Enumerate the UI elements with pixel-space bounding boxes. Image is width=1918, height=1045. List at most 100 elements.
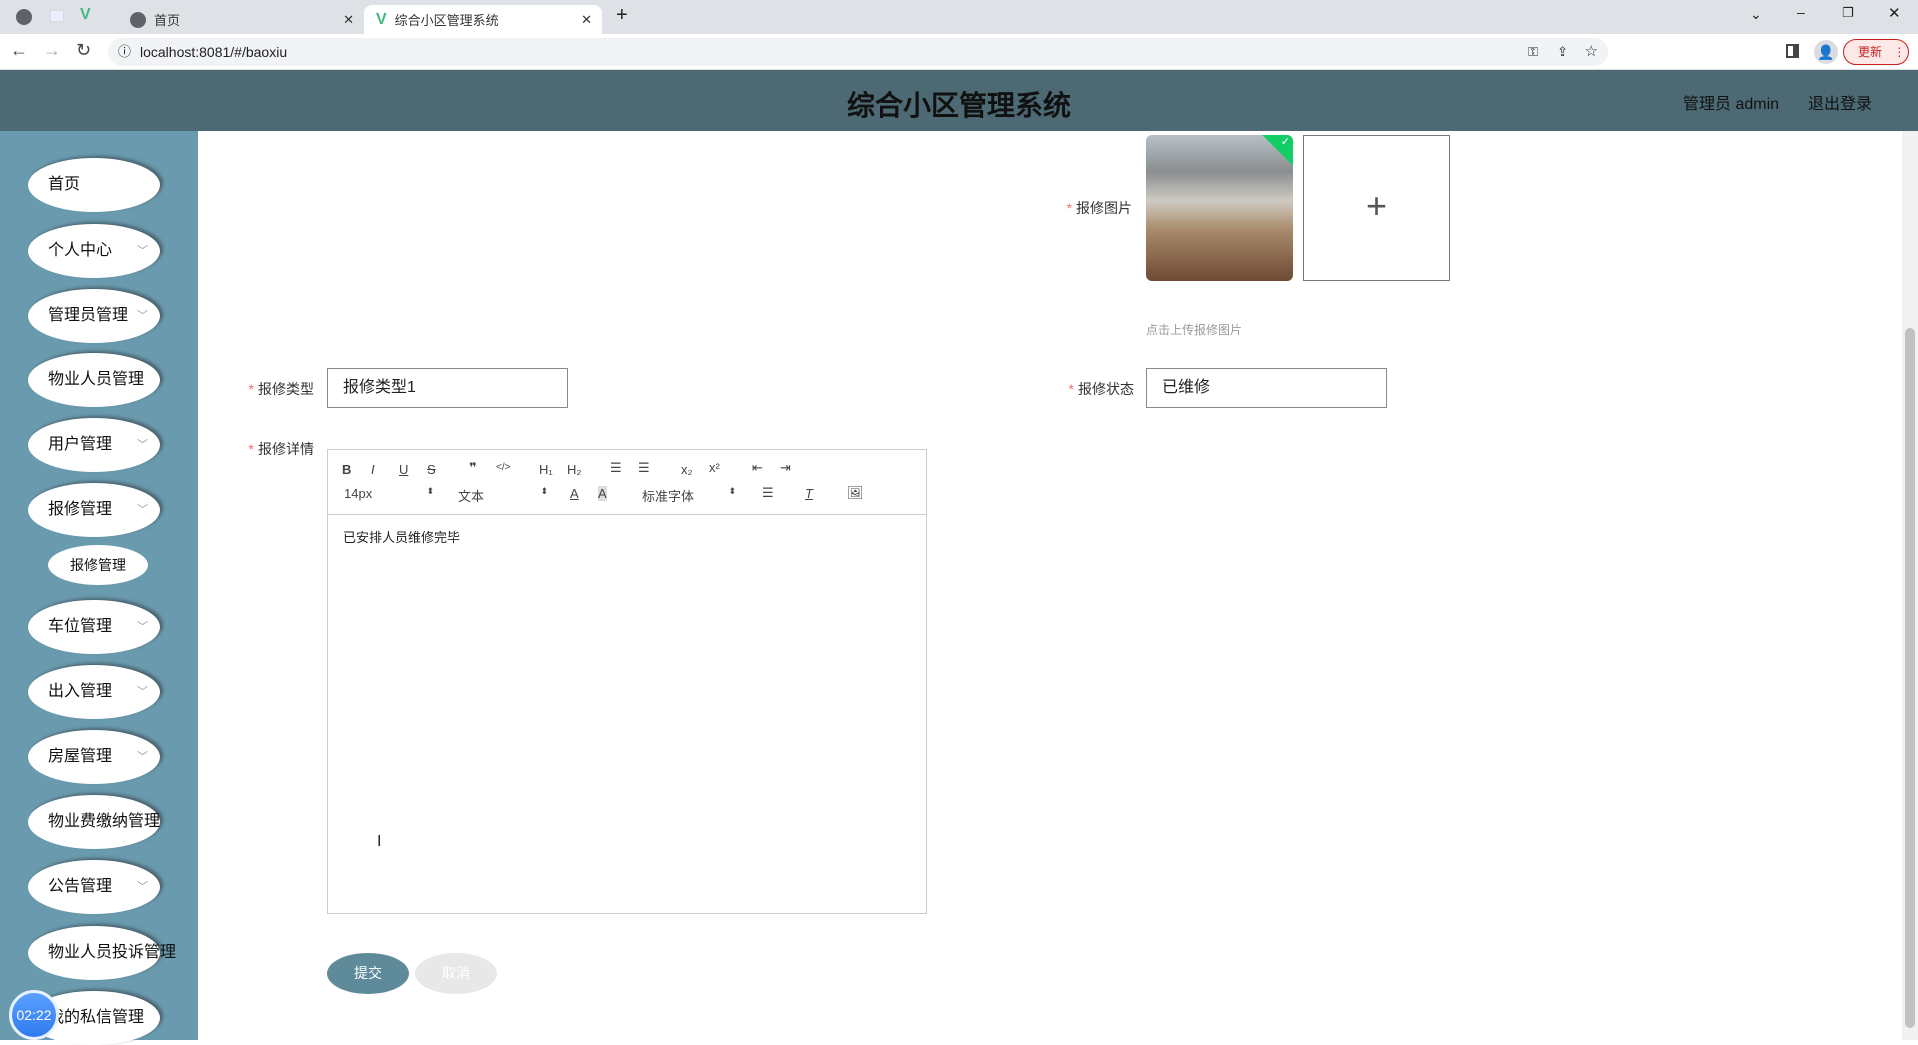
sidebar-item-label: 车位管理	[48, 618, 113, 635]
scrollbar[interactable]	[1902, 131, 1918, 1040]
scrollbar-thumb[interactable]	[1905, 328, 1915, 1028]
chevron-down-icon: ﹀	[137, 504, 148, 516]
code-icon[interactable]: </>	[496, 462, 510, 473]
sidebar-subitem-repair[interactable]: 报修管理	[48, 545, 148, 585]
sidebar-item[interactable]: 车位管理 ﹀	[28, 600, 160, 654]
outdent-icon[interactable]: ⇤	[752, 460, 763, 476]
chevron-down-icon: ﹀	[137, 310, 148, 322]
sidebar-item-label: 首页	[48, 176, 81, 193]
status-input[interactable]: 已维修	[1146, 368, 1387, 408]
sidebar-item-label: 个人中心	[48, 242, 113, 259]
sidepanel-icon[interactable]	[1786, 44, 1799, 58]
update-label: 更新	[1858, 45, 1883, 59]
upload-add-button[interactable]: +	[1303, 135, 1450, 281]
underline-icon[interactable]: U	[399, 462, 408, 477]
url-text: localhost:8081/#/baoxiu	[140, 44, 288, 60]
sheet-icon[interactable]	[50, 10, 64, 22]
window-close-icon[interactable]: ✕	[1888, 4, 1901, 22]
vue-icon: V	[376, 10, 387, 28]
superscript-icon[interactable]: x²	[709, 460, 720, 475]
uploaded-image-thumbnail[interactable]: ✓	[1146, 135, 1293, 281]
h2-icon[interactable]: H₂	[567, 462, 581, 477]
sidebar-item[interactable]: 报修管理 ﹀	[28, 483, 160, 537]
minimize-icon[interactable]: –	[1797, 4, 1805, 20]
image-icon[interactable]: 🖼	[847, 485, 864, 501]
close-icon[interactable]: ✕	[581, 12, 592, 28]
image-label: * 报修图片	[1066, 200, 1132, 216]
font-size-select[interactable]: 14px ⬍	[344, 486, 434, 501]
tab-active[interactable]: V 综合小区管理系统 ✕	[364, 5, 602, 34]
h1-icon[interactable]: H₁	[539, 462, 553, 477]
background-color-icon[interactable]: A	[598, 486, 607, 501]
update-button[interactable]: 更新 ⋮	[1843, 39, 1909, 65]
vue-icon[interactable]: V	[80, 6, 91, 24]
sidebar-item-label: 房屋管理	[48, 748, 113, 765]
globe-icon	[130, 11, 146, 28]
italic-icon[interactable]: I	[371, 462, 375, 477]
forward-icon[interactable]: →	[43, 40, 61, 61]
bullet-list-icon[interactable]: ☰	[638, 460, 650, 476]
timer-badge[interactable]: 02:22	[9, 990, 59, 1040]
sidebar-item[interactable]: 管理员管理 ﹀	[28, 289, 160, 343]
reload-icon[interactable]: ↻	[76, 40, 91, 61]
logout-link[interactable]: 退出登录	[1808, 90, 1872, 114]
type-input[interactable]: 报修类型1	[327, 368, 568, 408]
clear-format-icon[interactable]: T	[805, 486, 813, 501]
user-label: 管理员 admin	[1683, 96, 1780, 113]
detail-label: * 报修详情	[248, 441, 314, 457]
strike-icon[interactable]: S	[427, 462, 436, 477]
tab-label: 综合小区管理系统	[394, 13, 499, 28]
bold-icon[interactable]: B	[342, 462, 351, 477]
sidebar-item[interactable]: 房屋管理 ﹀	[28, 730, 160, 784]
upload-hint: 点击上传报修图片	[1146, 323, 1243, 337]
blockquote-icon[interactable]: ❞	[469, 460, 477, 476]
chevron-down-icon: ﹀	[137, 439, 148, 451]
back-icon[interactable]: ←	[10, 40, 28, 61]
tab-home[interactable]: 首页 ✕	[130, 5, 360, 34]
header-select[interactable]: 文本 ⬍	[458, 486, 548, 505]
sidebar-item-label: 物业人员投诉管理	[48, 944, 177, 961]
sidebar-item-label: 物业费缴纳管理	[48, 813, 161, 830]
rich-text-editor: B I U S ❞ </> H₁ H₂ ☰ ☰ x₂ x² ⇤ ⇥ 14px ⬍ …	[327, 449, 927, 914]
new-tab-icon[interactable]: +	[616, 4, 628, 27]
info-icon[interactable]: ⓘ	[118, 38, 131, 66]
sidebar-item-label: 用户管理	[48, 436, 113, 453]
sidebar-item[interactable]: 首页	[28, 158, 160, 212]
editor-toolbar: B I U S ❞ </> H₁ H₂ ☰ ☰ x₂ x² ⇤ ⇥ 14px ⬍ …	[328, 450, 926, 515]
share-icon[interactable]: ⇪	[1557, 38, 1568, 66]
key-icon[interactable]: ⚿	[1528, 38, 1538, 66]
sidebar-item[interactable]: 用户管理 ﹀	[28, 418, 160, 472]
close-icon[interactable]: ✕	[343, 12, 354, 28]
sidebar-item[interactable]: 出入管理 ﹀	[28, 665, 160, 719]
indent-icon[interactable]: ⇥	[780, 460, 791, 476]
sidebar-item[interactable]: 个人中心 ﹀	[28, 224, 160, 278]
sidebar-item[interactable]: 物业费缴纳管理	[28, 795, 160, 849]
star-icon[interactable]: ☆	[1585, 38, 1598, 66]
chevron-down-icon: ﹀	[137, 881, 148, 893]
globe-icon[interactable]	[16, 9, 32, 25]
cancel-button[interactable]: 取消	[415, 953, 497, 994]
profile-icon[interactable]: 👤	[1814, 40, 1838, 64]
sidebar-item[interactable]: 物业人员投诉管理	[28, 926, 176, 980]
check-icon: ✓	[1280, 136, 1290, 148]
font-color-icon[interactable]: A	[570, 486, 579, 501]
align-icon[interactable]: ☰	[762, 485, 774, 501]
browser-tab-bar: V 首页 ✕ V 综合小区管理系统 ✕ + ⌄ – ❐ ✕	[0, 0, 1918, 34]
sidebar-item[interactable]: 公告管理 ﹀	[28, 860, 160, 914]
tab-list-icon[interactable]: ⌄	[1750, 6, 1762, 23]
ordered-list-icon[interactable]: ☰	[610, 460, 622, 476]
sidebar-item[interactable]: 物业人员管理	[28, 353, 160, 407]
restore-icon[interactable]: ❐	[1842, 5, 1854, 21]
text-cursor-icon: I	[377, 833, 382, 850]
sidebar-item-label: 我的私信管理	[48, 1009, 145, 1026]
subscript-icon[interactable]: x₂	[681, 462, 693, 477]
url-input[interactable]: ⓘ localhost:8081/#/baoxiu ⚿ ⇪ ☆	[108, 38, 1608, 66]
sidebar-item-label: 公告管理	[48, 878, 113, 895]
sidebar-item-label: 管理员管理	[48, 307, 129, 324]
font-family-select[interactable]: 标准字体 ⬍	[642, 486, 736, 505]
submit-button[interactable]: 提交	[327, 953, 409, 994]
editor-content[interactable]: 已安排人员维修完毕	[328, 515, 926, 558]
address-bar: ← → ↻ ⓘ localhost:8081/#/baoxiu ⚿ ⇪ ☆ 👤 …	[0, 34, 1918, 70]
type-label: * 报修类型	[248, 381, 314, 397]
page-title: 综合小区管理系统	[846, 90, 1071, 121]
